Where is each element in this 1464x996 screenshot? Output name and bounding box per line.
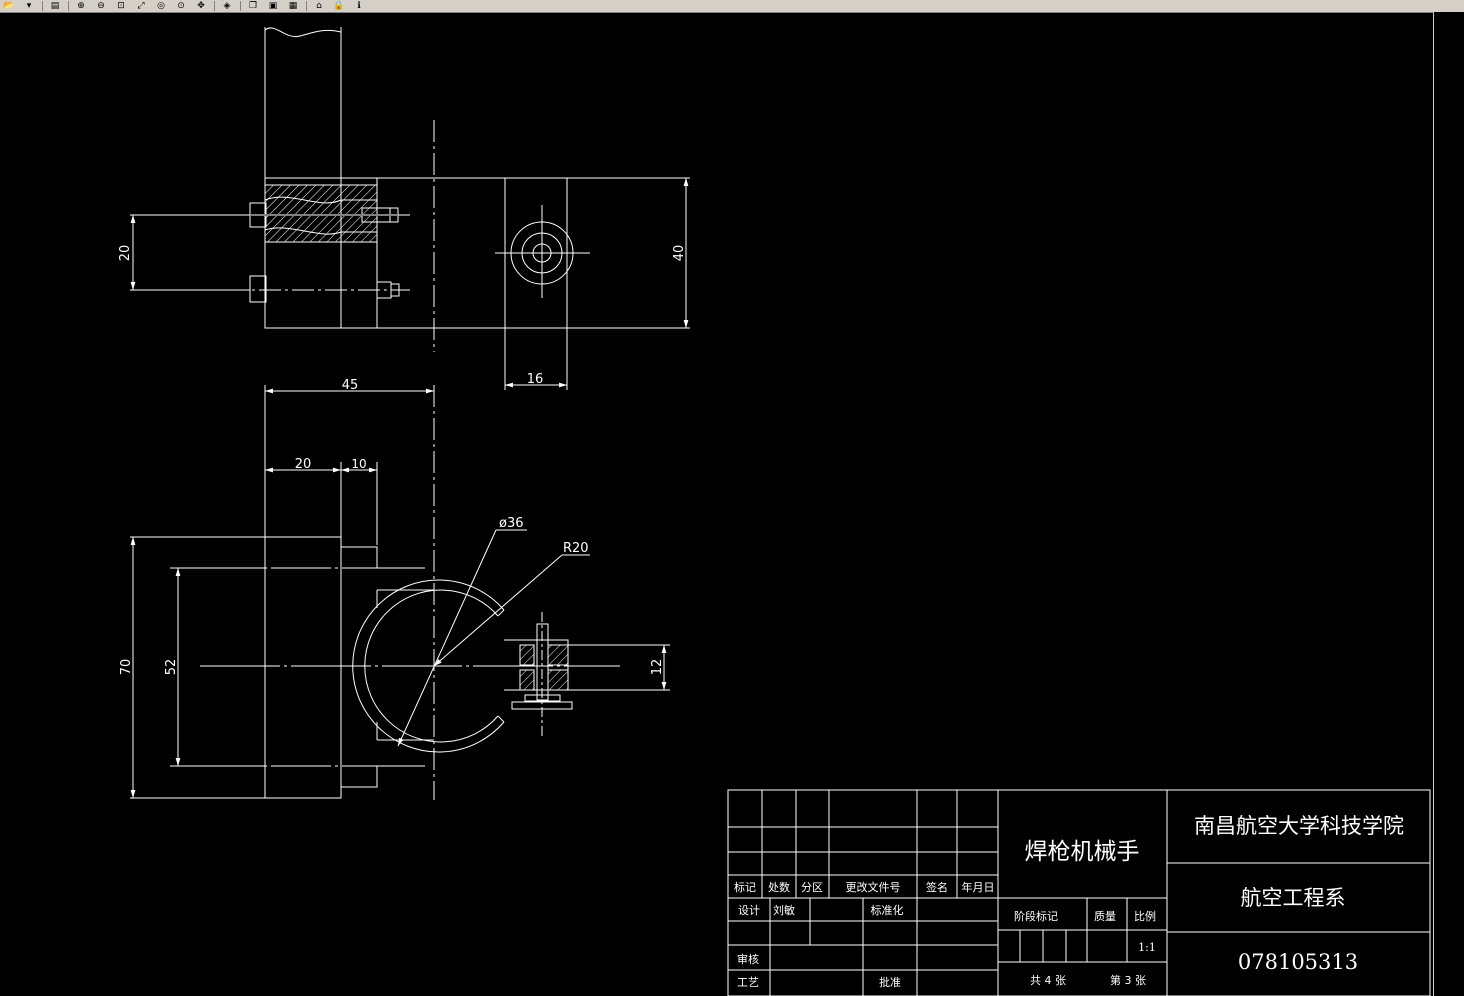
department-name: 航空工程系: [1241, 886, 1346, 910]
design-label: 设计: [738, 904, 760, 917]
quality-label: 质量: [1094, 910, 1116, 923]
dimension-labels: 20 40 16 45 20 10 ø36 R20 70 52 12: [118, 245, 687, 676]
designer-name: 刘敏: [773, 903, 795, 917]
header-count: 处数: [768, 881, 790, 894]
header-change-doc: 更改文件号: [846, 880, 901, 894]
dim-45: 45: [342, 378, 359, 393]
header-zone: 分区: [801, 881, 823, 894]
stage-label: 阶段标记: [1014, 909, 1058, 923]
sheet-number: 第 3 张: [1110, 973, 1146, 987]
dim-16: 16: [527, 372, 544, 387]
process-label: 工艺: [737, 976, 759, 989]
drawing-number: 078105313: [1238, 950, 1358, 974]
dim-70: 70: [119, 659, 134, 676]
dim-52: 52: [164, 659, 179, 676]
front-view: [130, 385, 670, 800]
vertical-scrollbar[interactable]: [1433, 12, 1464, 996]
cad-drawing[interactable]: 20 40 16 45 20 10 ø36 R20 70 52 12 标记 处数…: [0, 0, 1464, 996]
dim-10: 10: [351, 457, 366, 471]
dim-20-top: 20: [118, 245, 133, 262]
drawing-name: 焊枪机械手: [1025, 839, 1140, 865]
dim-40: 40: [672, 245, 687, 262]
dim-12: 12: [650, 659, 665, 676]
review-label: 审核: [737, 952, 759, 966]
dim-diameter-36: ø36: [499, 516, 524, 531]
dim-radius-20: R20: [563, 541, 589, 556]
header-mark: 标记: [734, 880, 756, 894]
scale-label: 比例: [1134, 909, 1156, 923]
title-block-text: 标记 处数 分区 更改文件号 签名 年月日 设计 刘敏 标准化 审核 工艺 批准…: [734, 814, 1404, 989]
header-date: 年月日: [962, 880, 995, 894]
top-view: [130, 27, 690, 390]
scale-value: 1:1: [1138, 941, 1156, 954]
standardization-label: 标准化: [871, 903, 904, 917]
approve-label: 批准: [879, 975, 901, 989]
total-sheets: 共 4 张: [1030, 974, 1066, 987]
header-signature: 签名: [926, 880, 948, 894]
dim-20-mid: 20: [295, 457, 312, 472]
school-name: 南昌航空大学科技学院: [1194, 814, 1404, 838]
